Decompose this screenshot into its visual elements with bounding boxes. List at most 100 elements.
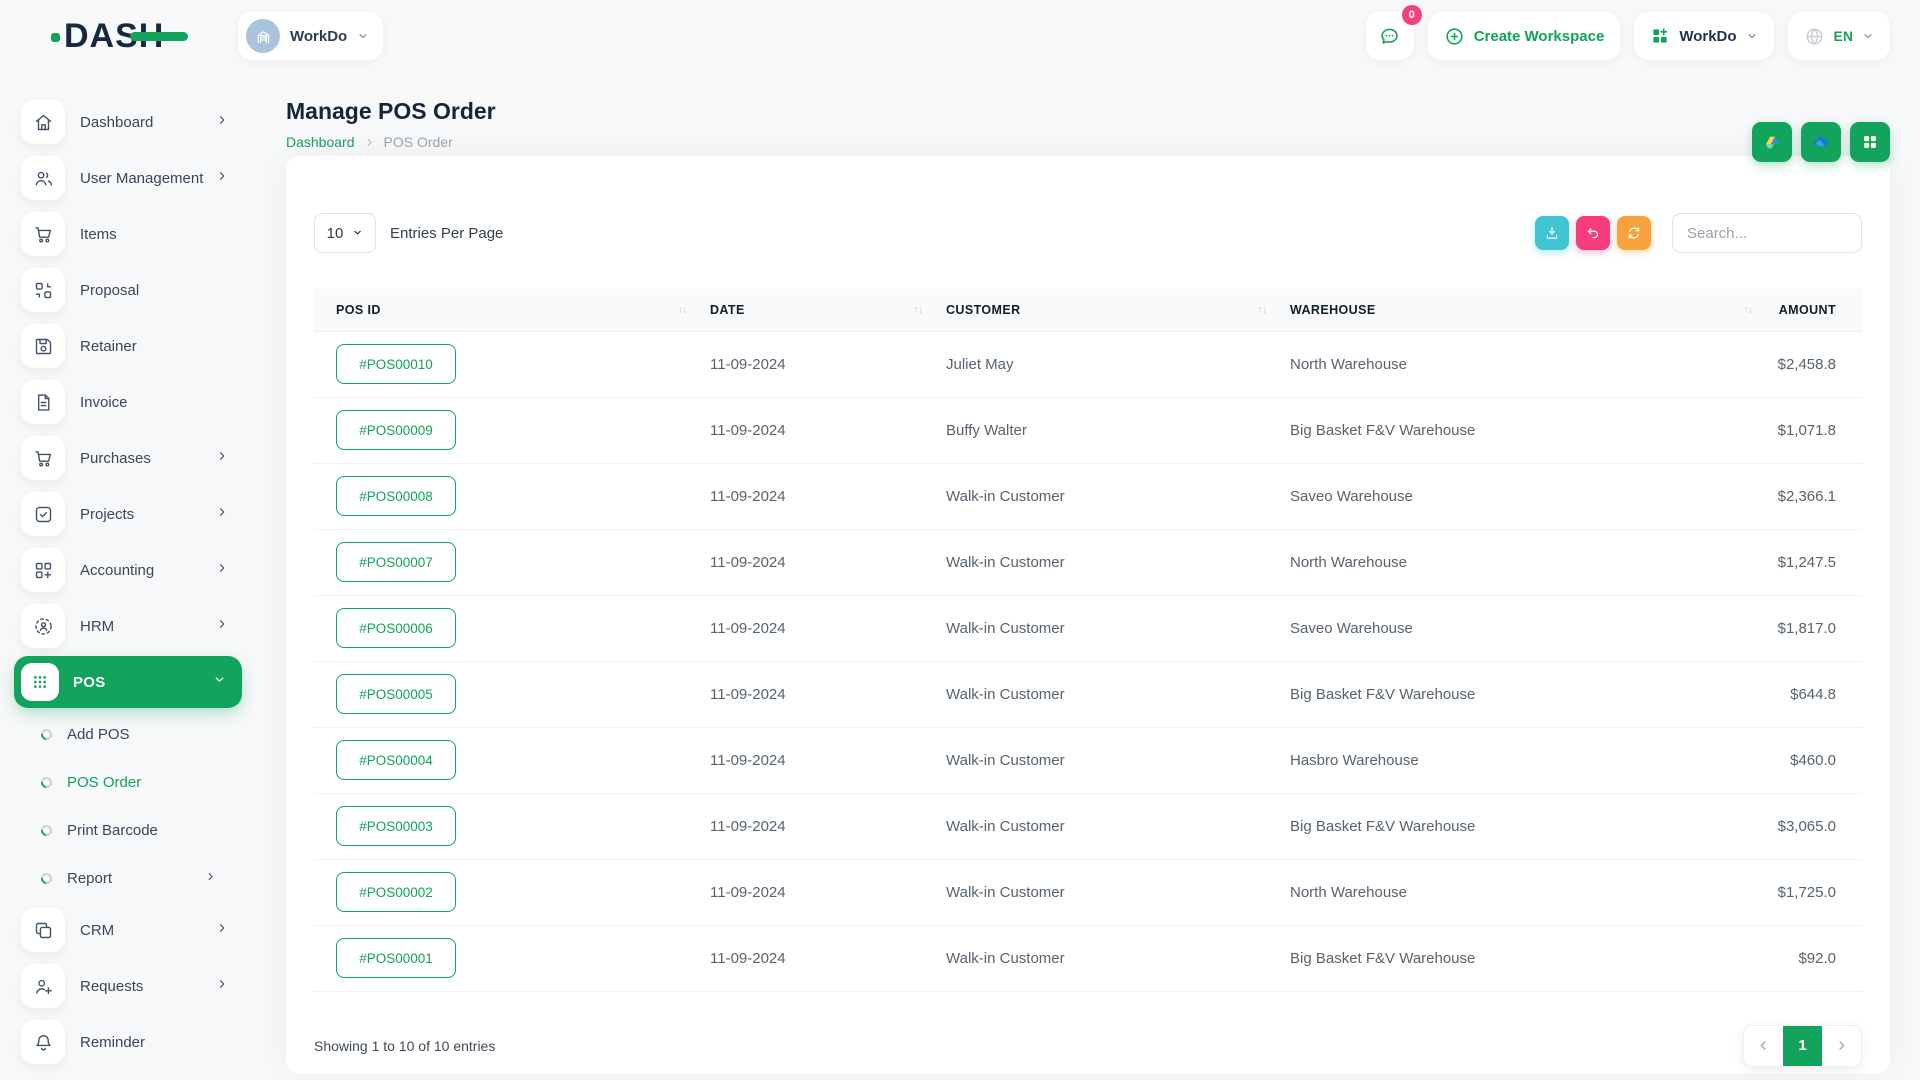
cell-amount: $92.0 xyxy=(1754,925,1862,991)
entries-per-page-select[interactable]: 10 xyxy=(314,213,376,253)
sidebar-item-accounting[interactable]: Accounting xyxy=(0,542,258,598)
create-workspace-button[interactable]: Create Workspace xyxy=(1428,12,1621,60)
sidebar-subitem-report[interactable]: Report xyxy=(0,854,258,902)
chevron-right-icon xyxy=(216,113,228,131)
chevron-right-icon xyxy=(216,921,228,939)
workspace-name: WorkDo xyxy=(290,28,347,45)
bullet-icon xyxy=(39,774,54,789)
bullet-icon xyxy=(39,726,54,741)
next-page-button[interactable] xyxy=(1822,1026,1861,1066)
cell-customer: Walk-in Customer xyxy=(924,859,1268,925)
cell-date: 11-09-2024 xyxy=(688,793,924,859)
table-row: #POS00005 11-09-2024 Walk-in Customer Bi… xyxy=(314,661,1862,727)
header-actions: 0 Create Workspace WorkDo xyxy=(1366,12,1890,60)
chevron-down-icon xyxy=(357,30,369,42)
sort-icon: ↑↓ xyxy=(1744,304,1753,316)
column-header-amount[interactable]: AMOUNT xyxy=(1754,289,1862,331)
cell-warehouse: Saveo Warehouse xyxy=(1268,595,1754,661)
sidebar-item-invoice[interactable]: Invoice xyxy=(0,374,258,430)
pos-id-link[interactable]: #POS00007 xyxy=(336,542,456,582)
chevron-down-icon xyxy=(213,673,226,691)
undo-button[interactable] xyxy=(1576,216,1610,250)
sidebar-item-retainer[interactable]: Retainer xyxy=(0,318,258,374)
language-label: EN xyxy=(1834,28,1853,44)
entries-summary: Showing 1 to 10 of 10 entries xyxy=(314,1038,495,1054)
sidebar-item-requests[interactable]: Requests xyxy=(0,958,258,1014)
sidebar-item-reminder[interactable]: Reminder xyxy=(0,1014,258,1070)
current-page-button[interactable]: 1 xyxy=(1783,1026,1822,1066)
table-row: #POS00001 11-09-2024 Walk-in Customer Bi… xyxy=(314,925,1862,991)
chevron-right-icon xyxy=(216,561,228,579)
pos-id-link[interactable]: #POS00003 xyxy=(336,806,456,846)
refresh-button[interactable] xyxy=(1617,216,1651,250)
table-row: #POS00003 11-09-2024 Walk-in Customer Bi… xyxy=(314,793,1862,859)
onedrive-button[interactable] xyxy=(1801,122,1841,162)
export-button[interactable] xyxy=(1535,216,1569,250)
prev-page-button[interactable] xyxy=(1744,1026,1783,1066)
pos-id-link[interactable]: #POS00002 xyxy=(336,872,456,912)
cell-date: 11-09-2024 xyxy=(688,595,924,661)
messages-button[interactable]: 0 xyxy=(1366,12,1414,60)
cell-warehouse: Big Basket F&V Warehouse xyxy=(1268,925,1754,991)
brand-logo[interactable]: DASH xyxy=(64,17,214,56)
cell-warehouse: North Warehouse xyxy=(1268,331,1754,397)
search-input[interactable] xyxy=(1672,213,1862,253)
grid-plus-icon xyxy=(1650,26,1670,46)
pos-id-link[interactable]: #POS00001 xyxy=(336,938,456,978)
pos-id-link[interactable]: #POS00004 xyxy=(336,740,456,780)
sidebar-subitem-add-pos[interactable]: Add POS xyxy=(0,710,258,758)
cell-customer: Buffy Walter xyxy=(924,397,1268,463)
chevron-right-icon xyxy=(216,617,228,635)
chevron-down-icon xyxy=(1746,30,1758,42)
google-drive-button[interactable] xyxy=(1752,122,1792,162)
sidebar-item-projects[interactable]: Projects xyxy=(0,486,258,542)
main-content: Manage POS Order Dashboard POS Order xyxy=(258,72,1920,1080)
page-title: Manage POS Order xyxy=(286,98,1890,125)
language-selector[interactable]: EN xyxy=(1788,12,1890,60)
sidebar-subitem-pos-order[interactable]: POS Order xyxy=(0,758,258,806)
chevron-right-icon xyxy=(216,505,228,523)
check-square-icon xyxy=(21,492,65,536)
logo-dot-icon xyxy=(51,33,60,42)
table-row: #POS00004 11-09-2024 Walk-in Customer Ha… xyxy=(314,727,1862,793)
cell-customer: Walk-in Customer xyxy=(924,661,1268,727)
cell-warehouse: Big Basket F&V Warehouse xyxy=(1268,397,1754,463)
sort-icon: ↑↓ xyxy=(914,304,923,316)
sidebar-item-purchases[interactable]: Purchases xyxy=(0,430,258,486)
sidebar-item-dashboard[interactable]: Dashboard xyxy=(0,94,258,150)
sidebar-item-user-management[interactable]: User Management xyxy=(0,150,258,206)
column-header-pos-id[interactable]: POS ID↑↓ xyxy=(314,289,688,331)
account-menu[interactable]: WorkDo xyxy=(1634,12,1773,60)
pos-id-link[interactable]: #POS00009 xyxy=(336,410,456,450)
users-icon xyxy=(21,156,65,200)
pos-id-link[interactable]: #POS00006 xyxy=(336,608,456,648)
sidebar-item-crm[interactable]: CRM xyxy=(0,902,258,958)
pos-id-link[interactable]: #POS00005 xyxy=(336,674,456,714)
sidebar-item-hrm[interactable]: HRM xyxy=(0,598,258,654)
cell-date: 11-09-2024 xyxy=(688,925,924,991)
table-row: #POS00008 11-09-2024 Walk-in Customer Sa… xyxy=(314,463,1862,529)
pos-id-link[interactable]: #POS00008 xyxy=(336,476,456,516)
sidebar-item-proposal[interactable]: Proposal xyxy=(0,262,258,318)
pos-id-link[interactable]: #POS00010 xyxy=(336,344,456,384)
cart-icon xyxy=(21,212,65,256)
sidebar-subitem-print-barcode[interactable]: Print Barcode xyxy=(0,806,258,854)
breadcrumb-dashboard-link[interactable]: Dashboard xyxy=(286,134,355,150)
column-header-warehouse[interactable]: WAREHOUSE↑↓ xyxy=(1268,289,1754,331)
column-header-date[interactable]: DATE↑↓ xyxy=(688,289,924,331)
table-row: #POS00006 11-09-2024 Walk-in Customer Sa… xyxy=(314,595,1862,661)
grid-view-button[interactable] xyxy=(1850,122,1890,162)
column-header-customer[interactable]: CUSTOMER↑↓ xyxy=(924,289,1268,331)
chevron-right-icon xyxy=(216,169,228,187)
cell-customer: Walk-in Customer xyxy=(924,595,1268,661)
workspace-selector[interactable]: WorkDo xyxy=(238,12,383,60)
chevron-down-icon xyxy=(1862,30,1874,42)
sidebar-item-pos[interactable]: POS xyxy=(14,656,242,708)
cell-date: 11-09-2024 xyxy=(688,529,924,595)
sort-icon: ↑↓ xyxy=(1258,304,1267,316)
bullet-icon xyxy=(39,822,54,837)
cell-warehouse: Big Basket F&V Warehouse xyxy=(1268,661,1754,727)
sidebar-item-items[interactable]: Items xyxy=(0,206,258,262)
cell-amount: $2,458.8 xyxy=(1754,331,1862,397)
cart-icon xyxy=(21,436,65,480)
